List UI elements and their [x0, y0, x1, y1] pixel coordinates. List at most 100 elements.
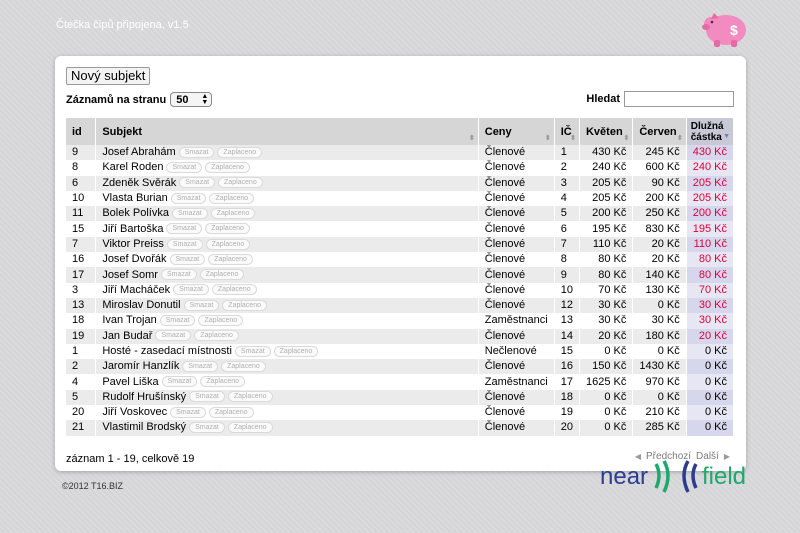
column-header-subject[interactable]: Subjekt ⬍	[95, 118, 479, 145]
cell-may: 0 Kč	[579, 420, 634, 436]
paid-button[interactable]: Zaplaceno	[208, 406, 254, 418]
paid-button[interactable]: Zaplaceno	[273, 345, 319, 357]
subject-name[interactable]: Jaromír Hanzlík	[102, 360, 179, 372]
column-header-ic[interactable]: IČ ⬍	[554, 118, 580, 145]
per-page-control: Záznamů na stranu 50 ▲ ▼	[66, 92, 213, 107]
paid-button[interactable]: Zaplaceno	[209, 192, 255, 204]
subject-name[interactable]: Josef Dvořák	[102, 253, 166, 265]
delete-button[interactable]: Smazat	[166, 223, 203, 235]
table-row[interactable]: 9 Josef Abrahám Smazat Zaplaceno Členové 1 430…	[66, 145, 735, 161]
paid-button[interactable]: Zaplaceno	[205, 223, 250, 235]
subject-name[interactable]: Josef Abrahám	[102, 146, 175, 158]
cell-ic: 17	[554, 374, 580, 390]
table-row[interactable]: 2 Jaromír Hanzlík Smazat Zaplaceno Členové 16…	[66, 359, 735, 375]
table-row[interactable]: 6 Zdeněk Svěrák Smazat Zaplaceno Členové 3 205…	[66, 175, 735, 191]
column-header-id[interactable]: id	[66, 118, 97, 145]
search-input[interactable]	[624, 91, 734, 107]
cell-june: 600 Kč	[632, 160, 687, 176]
paid-button[interactable]: Zaplaceno	[222, 299, 267, 311]
delete-button[interactable]: Smazat	[182, 360, 219, 372]
delete-button[interactable]: Smazat	[179, 177, 216, 189]
subject-name[interactable]: Ivan Trojan	[102, 314, 156, 326]
paid-button[interactable]: Zaplaceno	[210, 207, 256, 219]
table-row[interactable]: 5 Rudolf Hrušínský Smazat Zaplaceno Členové 1…	[66, 389, 735, 406]
subject-name[interactable]: Zdeněk Svěrák	[102, 177, 176, 189]
subject-name[interactable]: Jan Budař	[102, 330, 152, 342]
delete-button[interactable]: Smazat	[234, 345, 271, 357]
subject-name[interactable]: Vlastimil Brodský	[102, 421, 186, 433]
delete-button[interactable]: Smazat	[178, 146, 215, 158]
subject-name[interactable]: Hosté - zasedací místnosti	[102, 345, 232, 357]
subject-name[interactable]: Rudolf Hrušínský	[102, 391, 186, 403]
paid-button[interactable]: Zaplaceno	[200, 376, 246, 388]
delete-button[interactable]: Smazat	[189, 422, 225, 434]
subject-name[interactable]: Bolek Polívka	[102, 207, 169, 219]
delete-button[interactable]: Smazat	[169, 253, 206, 265]
table-row[interactable]: 20 Jiří Voskovec Smazat Zaplaceno Členové 19 0…	[66, 405, 735, 421]
delete-button[interactable]: Smazat	[183, 299, 220, 311]
column-header-debt[interactable]: Dlužná částka ▼	[686, 118, 735, 145]
paid-button[interactable]: Zaplaceno	[221, 360, 266, 372]
paid-button[interactable]: Zaplaceno	[227, 422, 273, 434]
column-header-price[interactable]: Ceny ⬍	[478, 118, 555, 145]
subject-name[interactable]: Jiří Voskovec	[102, 406, 167, 418]
new-subject-button[interactable]: Nový subjekt	[66, 67, 151, 85]
table-row[interactable]: 21 Vlastimil Brodský Smazat Zaplaceno Členov…	[66, 420, 735, 436]
table-row[interactable]: 7 Viktor Preiss Smazat Zaplaceno Členové 7 110…	[66, 236, 735, 253]
delete-button[interactable]: Smazat	[189, 391, 225, 403]
table-row[interactable]: 13 Miroslav Donutil Smazat Zaplaceno Členové…	[66, 297, 735, 314]
cell-subject: Vlasta Burian Smazat Zaplaceno	[95, 190, 479, 207]
cell-subject: Hosté - zasedací místnosti Smazat Zaplacen…	[95, 343, 479, 360]
delete-button[interactable]: Smazat	[155, 330, 192, 342]
table-row[interactable]: 15 Jiří Bartoška Smazat Zaplaceno Členové 6 19…	[66, 221, 735, 237]
delete-button[interactable]: Smazat	[166, 238, 203, 250]
paid-button[interactable]: Zaplaceno	[211, 284, 257, 296]
paid-button[interactable]: Zaplaceno	[205, 162, 250, 174]
subject-name[interactable]: Viktor Preiss	[102, 238, 164, 250]
delete-button[interactable]: Smazat	[166, 162, 203, 174]
delete-button[interactable]: Smazat	[170, 406, 206, 418]
table-row[interactable]: 16 Josef Dvořák Smazat Zaplaceno Členové 8 80 …	[66, 252, 735, 268]
paid-button[interactable]: Zaplaceno	[218, 177, 263, 189]
column-header-june[interactable]: Červen ⬍	[632, 118, 687, 145]
cell-id: 19	[66, 328, 97, 344]
table-row[interactable]: 11 Bolek Polívka Smazat Zaplaceno Členové 5 20…	[66, 206, 735, 222]
table-row[interactable]: 4 Pavel Liška Smazat Zaplaceno Zaměstnanci 17…	[66, 374, 735, 390]
paid-button[interactable]: Zaplaceno	[194, 330, 239, 342]
delete-button[interactable]: Smazat	[161, 376, 198, 388]
paid-button[interactable]: Zaplaceno	[208, 253, 253, 265]
subject-name[interactable]: Josef Somr	[102, 269, 158, 281]
table-row[interactable]: 18 Ivan Trojan Smazat Zaplaceno Zaměstnanci 1…	[66, 313, 735, 329]
subject-name[interactable]: Jiří Macháček	[102, 284, 170, 296]
cell-price: Členové	[478, 420, 555, 436]
subject-name[interactable]: Miroslav Donutil	[102, 299, 180, 311]
per-page-select[interactable]: 50 ▲ ▼	[170, 92, 213, 107]
cell-subject: Viktor Preiss Smazat Zaplaceno	[95, 236, 479, 253]
table-row[interactable]: 1 Hosté - zasedací místnosti Smazat Zaplace…	[66, 343, 735, 360]
subject-name[interactable]: Jiří Bartoška	[102, 223, 163, 235]
delete-button[interactable]: Smazat	[171, 207, 208, 219]
delete-button[interactable]: Smazat	[170, 192, 207, 204]
delete-button[interactable]: Smazat	[160, 269, 197, 281]
table-row[interactable]: 3 Jiří Macháček Smazat Zaplaceno Členové 10 70…	[66, 282, 735, 298]
paid-button[interactable]: Zaplaceno	[217, 146, 263, 158]
paid-button[interactable]: Zaplaceno	[227, 391, 273, 403]
subject-name[interactable]: Vlasta Burian	[102, 192, 167, 204]
cell-price: Nečlenové	[478, 343, 555, 360]
delete-button[interactable]: Smazat	[159, 315, 196, 326]
column-header-may[interactable]: Květen ⬍	[579, 118, 634, 145]
table-row[interactable]: 17 Josef Somr Smazat Zaplaceno Členové 9 80 Kč…	[66, 267, 735, 283]
table-row[interactable]: 19 Jan Budař Smazat Zaplaceno Členové 14 20 Kč…	[66, 328, 735, 344]
paid-button[interactable]: Zaplaceno	[205, 238, 251, 250]
subject-name[interactable]: Karel Roden	[102, 161, 163, 173]
table-row[interactable]: 8 Karel Roden Smazat Zaplaceno Členové 2 240 K…	[66, 160, 735, 176]
paid-button[interactable]: Zaplaceno	[198, 315, 244, 326]
delete-button[interactable]: Smazat	[173, 284, 209, 296]
main-card: Nový subjekt Záznamů na stranu 50 ▲ ▼ Hle…	[55, 56, 746, 471]
paid-button[interactable]: Zaplaceno	[199, 269, 245, 281]
subject-name[interactable]: Pavel Liška	[102, 376, 158, 388]
cell-id: 2	[66, 359, 97, 375]
cell-id: 17	[66, 267, 97, 283]
table-row[interactable]: 10 Vlasta Burian Smazat Zaplaceno Členové 4 20…	[66, 190, 735, 207]
cell-ic: 7	[554, 236, 580, 253]
